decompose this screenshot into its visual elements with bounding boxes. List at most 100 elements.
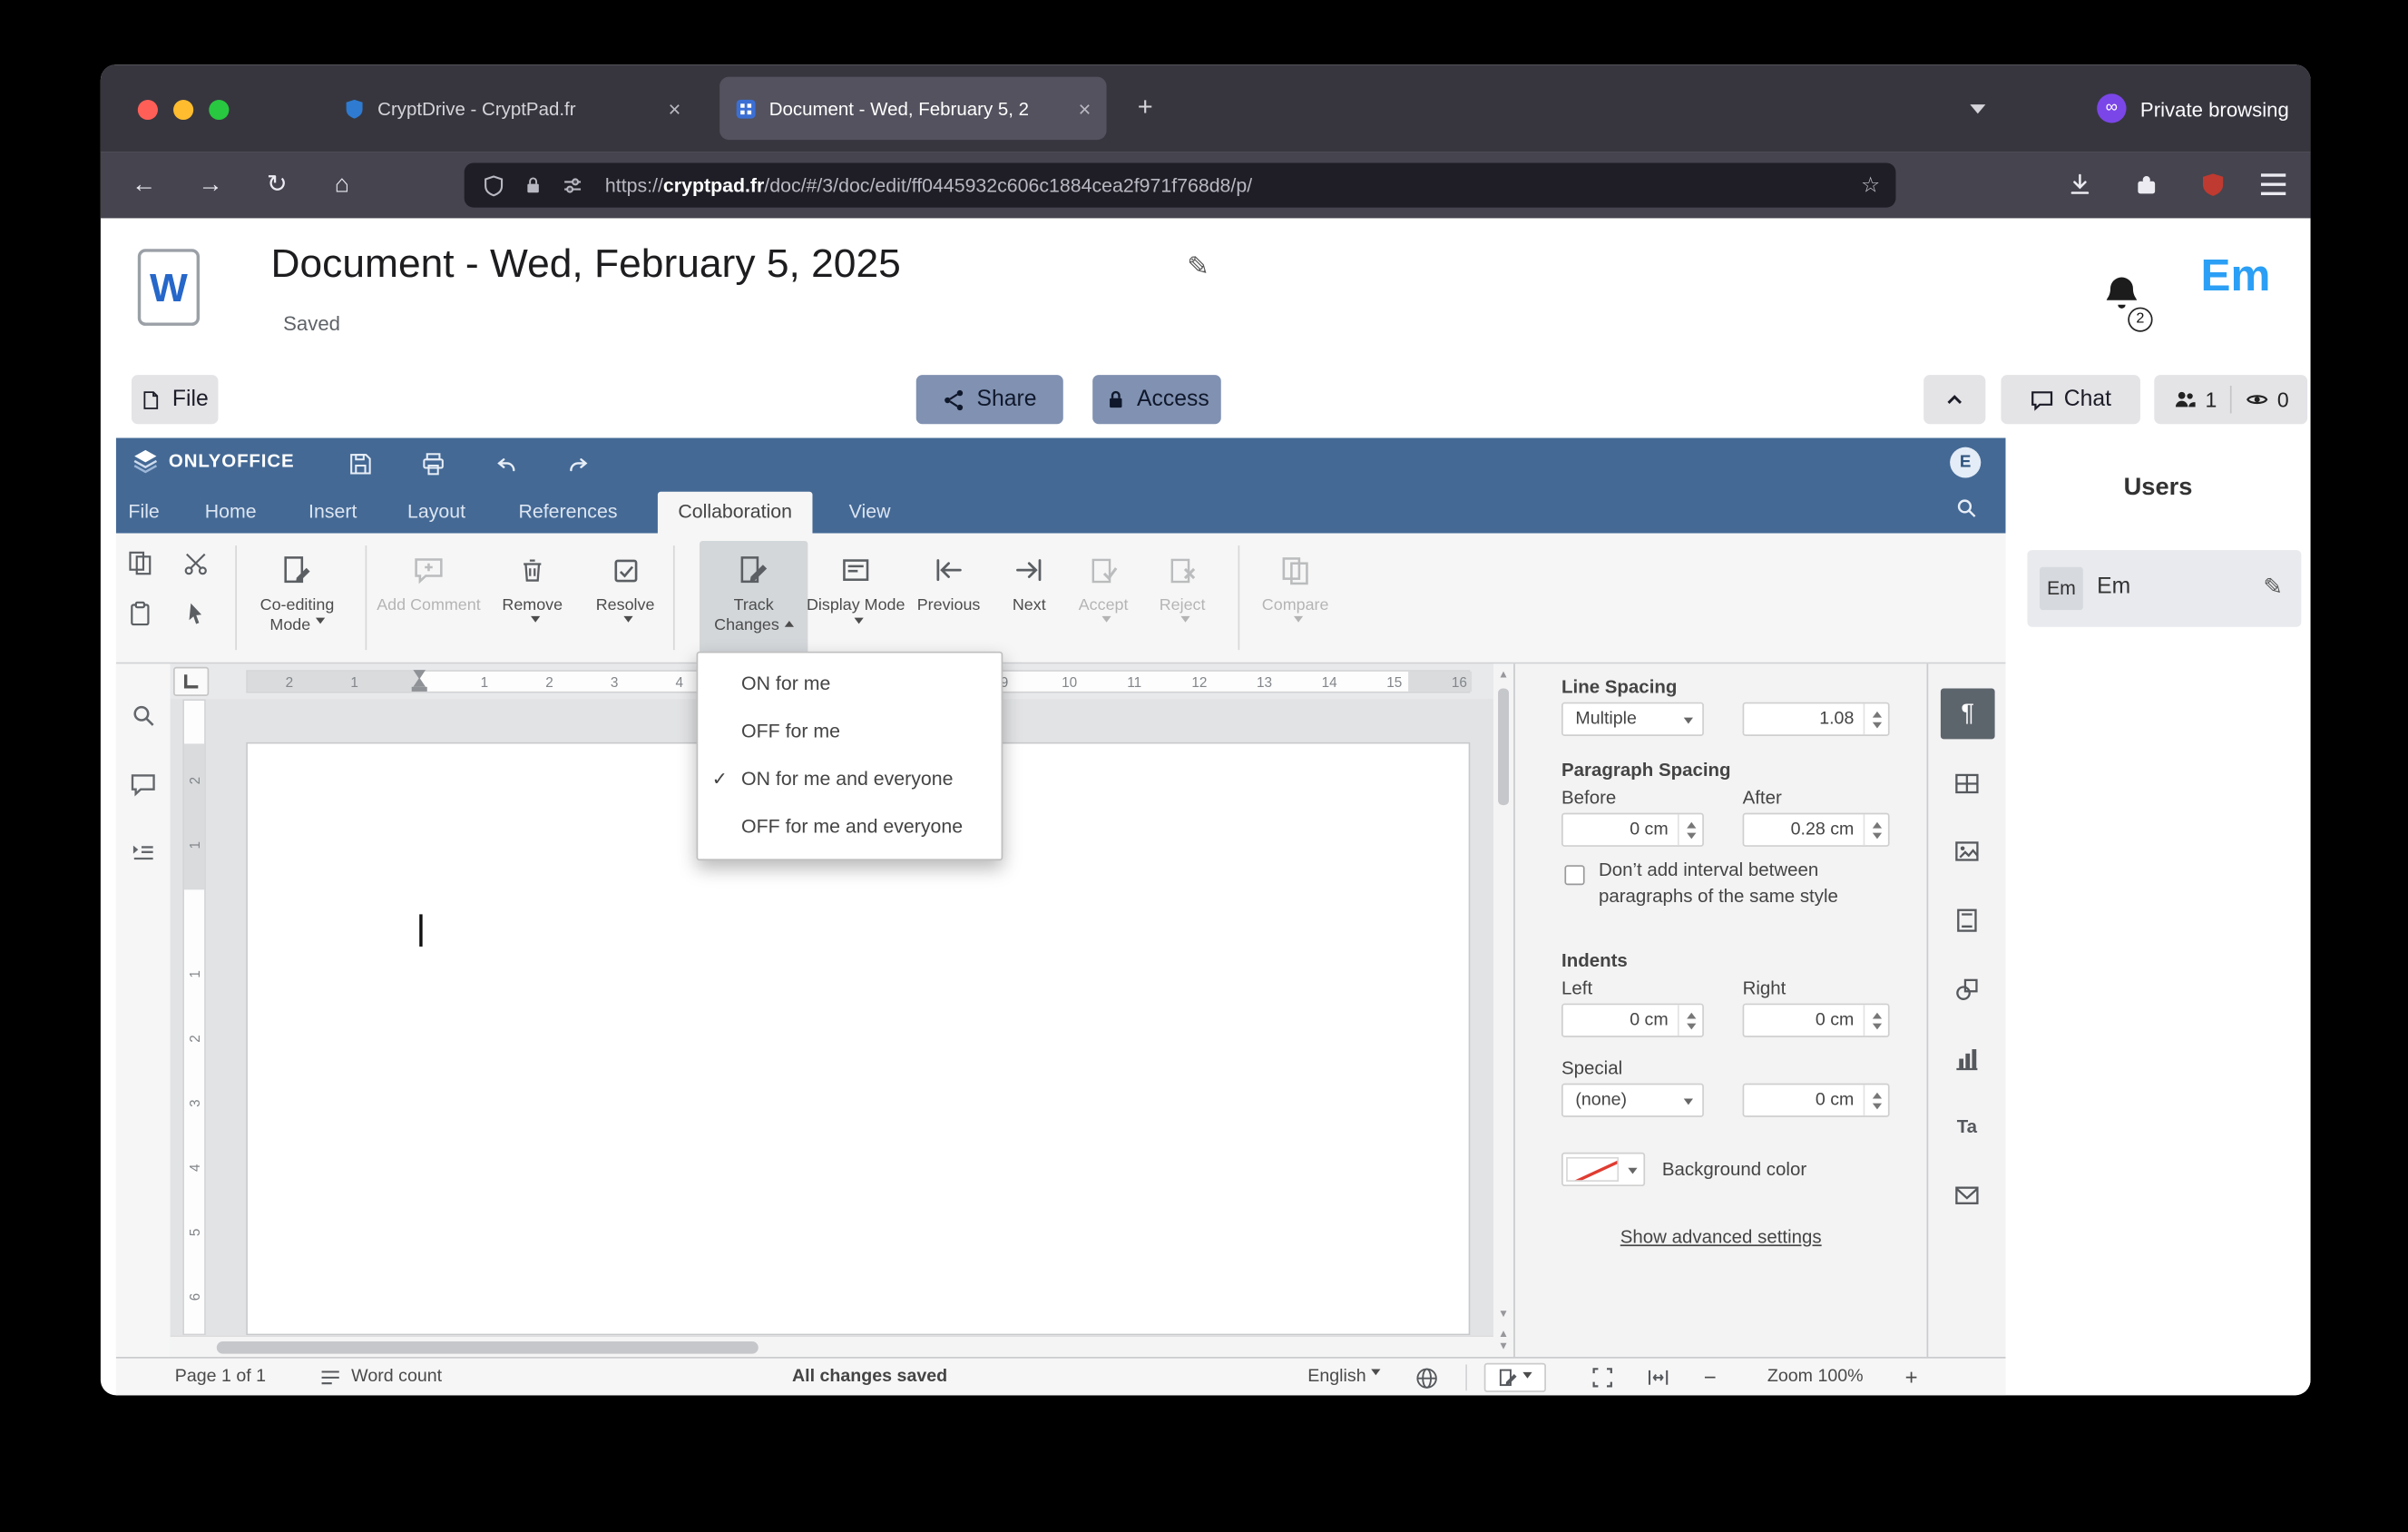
tab-cryptdrive[interactable]: CryptDrive - CryptPad.fr × <box>328 77 697 140</box>
spin-up-icon[interactable] <box>1871 817 1882 828</box>
tab-stop-selector[interactable] <box>173 666 210 696</box>
user-list-item[interactable]: Em Em ✎ <box>2027 550 2302 627</box>
copy-button[interactable] <box>122 545 157 579</box>
paste-button[interactable] <box>122 596 157 630</box>
spacing-before-spinner[interactable]: 0 cm <box>1561 812 1704 847</box>
reject-button[interactable]: Reject <box>1128 541 1236 658</box>
menu-item-off-for-everyone[interactable]: ✓OFF for me and everyone <box>698 803 1001 850</box>
track-changes-status-button[interactable] <box>1483 1362 1546 1392</box>
editor-search-icon[interactable] <box>1954 496 1978 519</box>
ublock-icon[interactable] <box>2190 162 2237 207</box>
left-indent-marker[interactable] <box>411 686 427 692</box>
collaborator-avatar[interactable]: E <box>1950 447 1982 478</box>
url-text[interactable]: https://cryptpad.fr/doc/#/3/doc/edit/ff0… <box>605 174 1252 196</box>
track-changes-button[interactable]: Track Changes <box>699 540 808 658</box>
horizontal-scroll-thumb[interactable] <box>216 1341 759 1354</box>
print-icon[interactable] <box>419 450 447 477</box>
spellcheck-globe-icon[interactable] <box>1413 1364 1439 1390</box>
close-tab-icon[interactable]: × <box>1079 96 1091 121</box>
fit-width-icon[interactable] <box>1645 1364 1671 1390</box>
maximize-window-button[interactable] <box>209 100 230 121</box>
menu-item-off-for-me[interactable]: ✓OFF for me <box>698 709 1001 756</box>
spin-down-icon[interactable] <box>1871 1022 1882 1034</box>
list-tabs-chevron-icon[interactable] <box>1970 104 1986 122</box>
page-indicator[interactable]: Page 1 of 1 <box>175 1359 266 1396</box>
indent-right-spinner[interactable]: 0 cm <box>1742 1003 1890 1037</box>
fit-page-icon[interactable] <box>1590 1364 1616 1390</box>
line-spacing-select[interactable]: Multiple <box>1561 702 1704 736</box>
forward-button[interactable]: → <box>187 162 233 207</box>
spin-down-icon[interactable] <box>1871 721 1882 732</box>
special-amount-spinner[interactable]: 0 cm <box>1742 1083 1890 1117</box>
menu-hamburger-icon[interactable] <box>2260 173 2286 196</box>
coediting-mode-button[interactable]: Co-editing Mode <box>243 541 351 658</box>
comments-icon[interactable] <box>129 770 158 799</box>
close-tab-icon[interactable]: × <box>669 96 681 121</box>
spin-down-icon[interactable] <box>1686 831 1696 843</box>
bookmark-star-icon[interactable]: ☆ <box>1861 172 1880 199</box>
language-selector[interactable]: English <box>1307 1359 1380 1396</box>
menu-tab-collaboration[interactable]: Collaboration <box>657 491 813 534</box>
file-button[interactable]: File <box>131 375 219 425</box>
back-button[interactable]: ← <box>121 162 167 207</box>
add-comment-button[interactable]: Add Comment <box>375 541 483 658</box>
download-icon[interactable] <box>2057 162 2103 207</box>
menu-tab-view[interactable]: View <box>840 492 899 534</box>
spin-down-icon[interactable] <box>1871 831 1882 843</box>
spacing-after-spinner[interactable]: 0.28 cm <box>1742 812 1890 847</box>
share-button[interactable]: Share <box>915 375 1063 425</box>
menu-item-on-for-everyone[interactable]: ✓ ON for me and everyone <box>698 756 1001 803</box>
interval-checkbox[interactable] <box>1564 865 1585 886</box>
menu-tab-insert[interactable]: Insert <box>299 492 367 534</box>
account-name[interactable]: Em <box>2200 252 2270 303</box>
spin-up-icon[interactable] <box>1686 1007 1696 1018</box>
special-select[interactable]: (none) <box>1561 1083 1704 1117</box>
vertical-ruler[interactable]: 21123456 <box>182 699 206 1336</box>
minimize-window-button[interactable] <box>173 100 194 121</box>
select-all-button[interactable] <box>178 596 212 630</box>
permissions-icon[interactable] <box>562 174 583 196</box>
line-spacing-amount-spinner[interactable]: 1.08 <box>1742 702 1890 736</box>
navigation-icon[interactable] <box>129 838 158 867</box>
spin-up-icon[interactable] <box>1686 817 1696 828</box>
zoom-out-button[interactable]: − <box>1704 1359 1717 1396</box>
shape-settings-icon[interactable] <box>1952 974 1982 1005</box>
menu-tab-home[interactable]: Home <box>197 492 265 534</box>
undo-icon[interactable] <box>492 450 520 477</box>
document-title[interactable]: Document - Wed, February 5, 2025 <box>270 240 900 287</box>
extensions-icon[interactable] <box>2123 162 2169 207</box>
spin-up-icon[interactable] <box>1871 706 1882 717</box>
vertical-scrollbar[interactable]: ▲ ▼ ▲ ▼ <box>1493 663 1514 1357</box>
userlist-toggle-button[interactable]: 1 0 <box>2154 375 2308 425</box>
access-button[interactable]: Access <box>1092 375 1221 425</box>
cut-button[interactable] <box>178 545 212 579</box>
vertical-scroll-thumb[interactable] <box>1498 688 1510 806</box>
zoom-in-button[interactable]: + <box>1905 1359 1918 1396</box>
scroll-down-icon[interactable]: ▼ <box>1493 1310 1513 1321</box>
compare-button[interactable]: Compare <box>1241 541 1349 658</box>
indent-left-spinner[interactable]: 0 cm <box>1561 1003 1704 1037</box>
table-settings-icon[interactable] <box>1952 769 1982 800</box>
collapse-toolbar-button[interactable] <box>1923 375 1986 425</box>
text-art-settings-icon[interactable]: Ta <box>1952 1111 1982 1142</box>
shield-icon[interactable] <box>483 174 504 196</box>
close-window-button[interactable] <box>137 100 158 121</box>
menu-item-on-for-me[interactable]: ✓ON for me <box>698 661 1001 708</box>
spin-up-icon[interactable] <box>1871 1007 1882 1018</box>
find-icon[interactable] <box>129 701 158 730</box>
spin-up-icon[interactable] <box>1871 1087 1882 1098</box>
tab-document[interactable]: Document - Wed, February 5, 2 × <box>719 76 1107 141</box>
url-bar[interactable]: https://cryptpad.fr/doc/#/3/doc/edit/ff0… <box>464 162 1896 208</box>
menu-tab-layout[interactable]: Layout <box>401 492 472 534</box>
previous-page-icon[interactable]: ▲ <box>1493 1330 1513 1340</box>
lock-icon[interactable] <box>524 175 543 195</box>
header-footer-settings-icon[interactable] <box>1952 905 1982 936</box>
spin-down-icon[interactable] <box>1686 1022 1696 1034</box>
chart-settings-icon[interactable] <box>1952 1044 1982 1075</box>
edit-name-pencil-icon[interactable]: ✎ <box>2263 574 2282 601</box>
redo-icon[interactable] <box>565 450 593 477</box>
chat-button[interactable]: Chat <box>2001 375 2140 425</box>
menu-tab-references[interactable]: References <box>513 492 624 534</box>
edit-title-pencil-icon[interactable]: ✎ <box>1187 252 1209 283</box>
next-page-icon[interactable]: ▼ <box>1493 1341 1513 1352</box>
